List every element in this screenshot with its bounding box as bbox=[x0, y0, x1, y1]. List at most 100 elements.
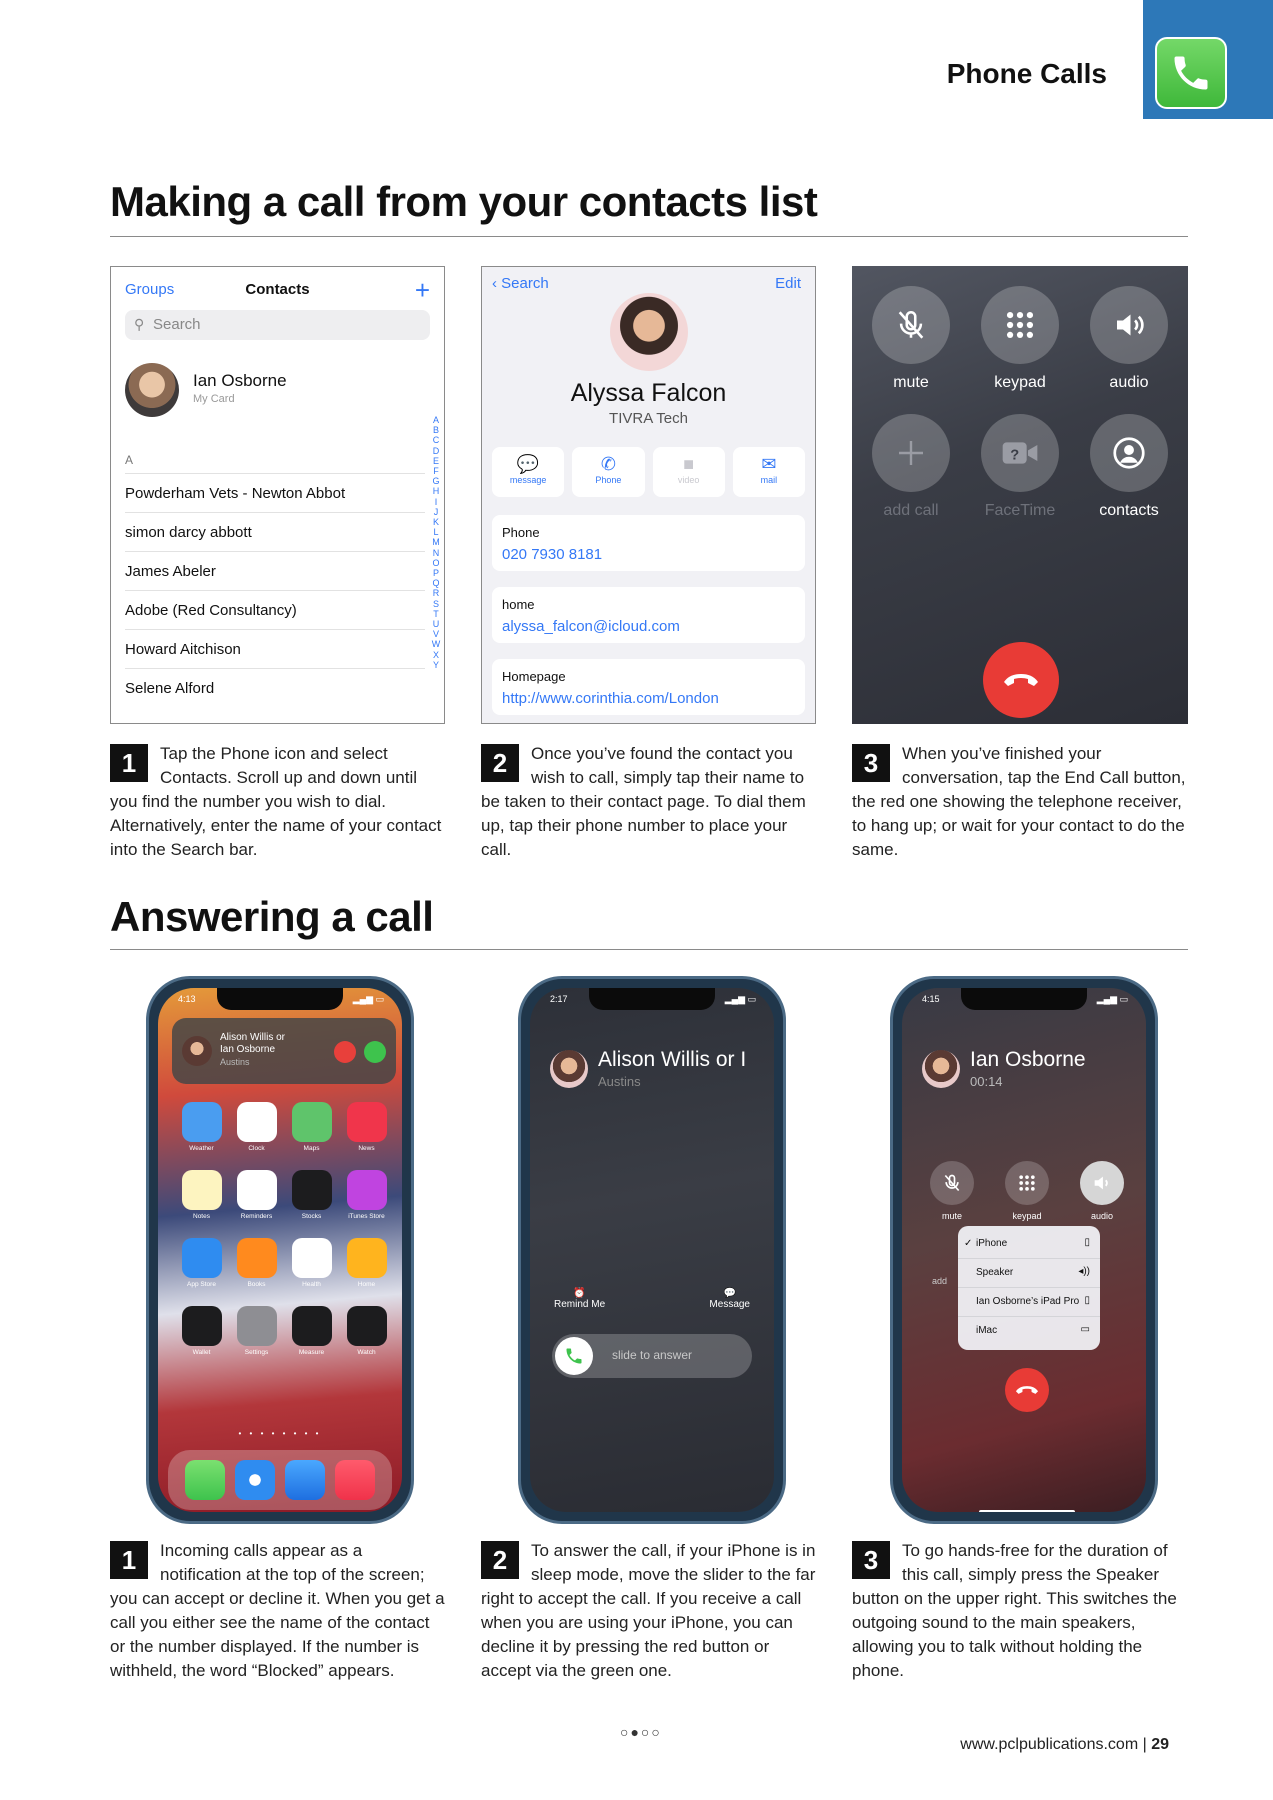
audio-button[interactable]: audio bbox=[1080, 1161, 1124, 1221]
mail-button[interactable]: ✉ mail bbox=[732, 447, 805, 497]
menu-item-imac[interactable]: iMac ▭ bbox=[958, 1317, 1100, 1346]
message-button[interactable]: 💬 message bbox=[492, 447, 565, 497]
add-contact-button[interactable]: + bbox=[415, 275, 430, 306]
safari-icon[interactable] bbox=[235, 1460, 275, 1500]
phone-button[interactable]: ✆ Phone bbox=[572, 447, 645, 497]
ipad-icon: ▯ bbox=[1084, 1295, 1090, 1306]
app-notes[interactable]: Notes bbox=[174, 1170, 229, 1220]
alphabet-letter[interactable]: A bbox=[431, 415, 441, 425]
menu-item-ipad[interactable]: Ian Osborne’s iPad Pro ▯ bbox=[958, 1288, 1100, 1317]
contacts-button[interactable]: contacts bbox=[1090, 414, 1168, 520]
alphabet-letter[interactable]: J bbox=[431, 507, 441, 517]
app-books[interactable]: Books bbox=[229, 1238, 284, 1288]
alphabet-letter[interactable]: Y bbox=[431, 660, 441, 670]
remind-me-button[interactable]: ⏰ Remind Me bbox=[554, 1288, 605, 1310]
decline-button[interactable] bbox=[334, 1041, 356, 1063]
alphabet-letter[interactable]: N bbox=[431, 548, 441, 558]
alphabet-letter[interactable]: B bbox=[431, 425, 441, 435]
video-button[interactable]: ■ video bbox=[652, 447, 725, 497]
accept-button[interactable] bbox=[364, 1041, 386, 1063]
alphabet-letter[interactable]: W bbox=[431, 639, 441, 649]
end-call-button[interactable] bbox=[983, 642, 1059, 718]
slide-to-answer-slider[interactable]: slide to answer bbox=[552, 1334, 752, 1378]
contacts-search-bar[interactable]: ⚲ Search bbox=[125, 310, 430, 340]
app-app-store[interactable]: App Store bbox=[174, 1238, 229, 1288]
alphabet-letter[interactable]: R bbox=[431, 588, 441, 598]
alphabet-letter[interactable]: G bbox=[431, 476, 441, 486]
step-3-making-call: 3 When you’ve finished your conversation… bbox=[852, 742, 1188, 862]
mail-icon: ✉ bbox=[761, 454, 777, 474]
add-call-button[interactable]: add call bbox=[872, 414, 950, 520]
message-button[interactable]: 💬 Message bbox=[709, 1288, 750, 1310]
back-button[interactable]: ‹ Search bbox=[492, 275, 549, 292]
facetime-button[interactable]: ? FaceTime bbox=[981, 414, 1059, 520]
slider-knob[interactable] bbox=[555, 1337, 593, 1375]
app-news[interactable]: News bbox=[339, 1102, 394, 1152]
keypad-button[interactable]: keypad bbox=[981, 286, 1059, 392]
app-maps[interactable]: Maps bbox=[284, 1102, 339, 1152]
edit-button[interactable]: Edit bbox=[775, 275, 801, 292]
alphabet-letter[interactable]: V bbox=[431, 629, 441, 639]
list-item[interactable]: Powderham Vets - Newton Abbot bbox=[125, 473, 425, 512]
app-stocks[interactable]: Stocks bbox=[284, 1170, 339, 1220]
list-item[interactable]: Howard Aitchison bbox=[125, 629, 425, 668]
app-health[interactable]: Health bbox=[284, 1238, 339, 1288]
alphabet-letter[interactable]: Q bbox=[431, 578, 441, 588]
app-clock[interactable]: Clock bbox=[229, 1102, 284, 1152]
add-call-label: add call bbox=[883, 502, 939, 519]
alphabet-letter[interactable]: F bbox=[431, 466, 441, 476]
menu-item-iphone[interactable]: ✓ iPhone ▯ bbox=[958, 1230, 1100, 1259]
incoming-call-notification[interactable]: Alison Willis or Ian Osborne Austins bbox=[172, 1018, 396, 1084]
alphabet-letter[interactable]: I bbox=[431, 497, 441, 507]
email-address[interactable]: alyssa_falcon@icloud.com bbox=[502, 618, 795, 635]
app-watch[interactable]: Watch bbox=[339, 1306, 394, 1356]
alphabet-letter[interactable]: U bbox=[431, 619, 441, 629]
alphabet-letter[interactable]: K bbox=[431, 517, 441, 527]
keypad-icon bbox=[1005, 1161, 1049, 1205]
alphabet-letter[interactable]: T bbox=[431, 609, 441, 619]
phone-app-icon[interactable] bbox=[185, 1460, 225, 1500]
phone-number[interactable]: 020 7930 8181 bbox=[502, 546, 795, 563]
footer-url[interactable]: www.pclpublications.com bbox=[960, 1736, 1138, 1753]
alphabet-letter[interactable]: L bbox=[431, 527, 441, 537]
list-item[interactable]: James Abeler bbox=[125, 551, 425, 590]
alphabet-letter[interactable]: P bbox=[431, 568, 441, 578]
mail-label: mail bbox=[760, 475, 778, 485]
homepage-url[interactable]: http://www.corinthia.com/London bbox=[502, 690, 795, 707]
app-wallet[interactable]: Wallet bbox=[174, 1306, 229, 1356]
list-item[interactable]: Selene Alford bbox=[125, 668, 425, 707]
keypad-button[interactable]: keypad bbox=[1005, 1161, 1049, 1221]
list-item[interactable]: simon darcy abbott bbox=[125, 512, 425, 551]
music-icon[interactable] bbox=[335, 1460, 375, 1500]
app-settings[interactable]: Settings bbox=[229, 1306, 284, 1356]
list-item[interactable]: Adobe (Red Consultancy) bbox=[125, 590, 425, 629]
alphabet-letter[interactable]: E bbox=[431, 456, 441, 466]
imac-icon: ▭ bbox=[1080, 1324, 1090, 1335]
app-weather[interactable]: Weather bbox=[174, 1102, 229, 1152]
alphabet-letter[interactable]: H bbox=[431, 486, 441, 496]
app-home[interactable]: Home bbox=[339, 1238, 394, 1288]
my-card[interactable]: Ian Osborne My Card bbox=[125, 363, 425, 419]
audio-button[interactable]: audio bbox=[1090, 286, 1168, 392]
app-measure[interactable]: Measure bbox=[284, 1306, 339, 1356]
alphabet-index[interactable]: ABCDEFGHIJKLMNOPQRSTUVWXY bbox=[431, 415, 441, 670]
mail-icon[interactable] bbox=[285, 1460, 325, 1500]
alarm-icon: ⏰ bbox=[573, 1288, 586, 1299]
mute-button[interactable]: mute bbox=[872, 286, 950, 392]
alphabet-letter[interactable]: S bbox=[431, 599, 441, 609]
alphabet-letter[interactable]: M bbox=[431, 537, 441, 547]
mute-button[interactable]: mute bbox=[930, 1161, 974, 1221]
alphabet-letter[interactable]: O bbox=[431, 558, 441, 568]
app-itunes-store[interactable]: iTunes Store bbox=[339, 1170, 394, 1220]
email-field[interactable]: home alyssa_falcon@icloud.com bbox=[492, 587, 805, 643]
alphabet-letter[interactable]: D bbox=[431, 446, 441, 456]
homepage-field[interactable]: Homepage http://www.corinthia.com/London bbox=[492, 659, 805, 715]
app-reminders[interactable]: Reminders bbox=[229, 1170, 284, 1220]
footer-separator: | bbox=[1138, 1736, 1152, 1753]
menu-item-speaker[interactable]: Speaker ◂)) bbox=[958, 1259, 1100, 1288]
alphabet-letter[interactable]: C bbox=[431, 435, 441, 445]
alphabet-letter[interactable]: X bbox=[431, 650, 441, 660]
phone-app-icon bbox=[1155, 37, 1227, 109]
end-call-button[interactable] bbox=[1005, 1368, 1049, 1412]
phone-field[interactable]: Phone 020 7930 8181 bbox=[492, 515, 805, 571]
